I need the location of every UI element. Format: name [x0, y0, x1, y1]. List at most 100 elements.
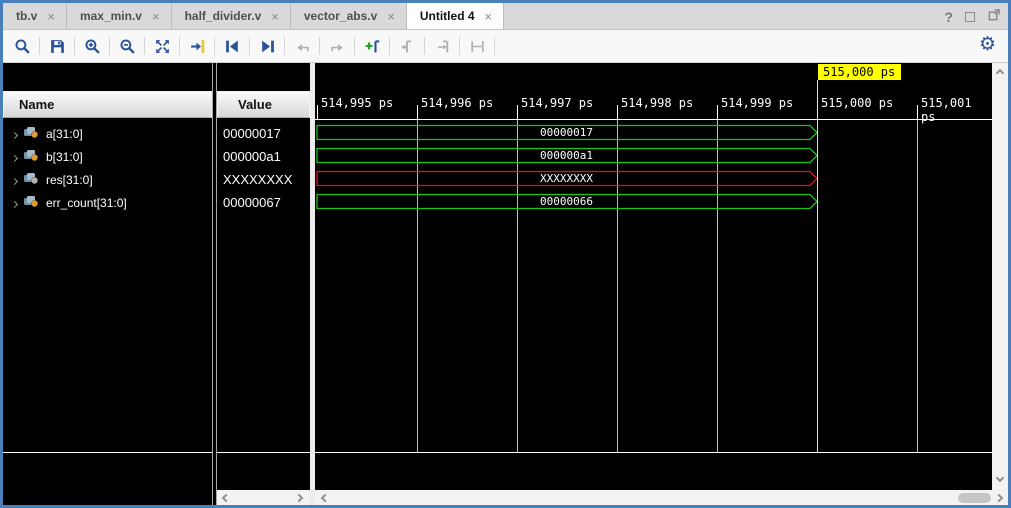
expand-chevron-icon[interactable]: [12, 127, 17, 141]
previous-marker-button[interactable]: [394, 34, 420, 58]
bus-signal-icon: [24, 173, 39, 187]
go-to-next-transition-button[interactable]: [254, 34, 280, 58]
go-to-time-cursor-button[interactable]: [184, 34, 210, 58]
bus-signal-icon: [24, 196, 39, 207]
signal-value-res-31-0: XXXXXXXX: [217, 168, 310, 191]
tab-label: Untitled 4: [420, 9, 475, 23]
cursor-time-label[interactable]: 515,000 ps: [818, 64, 901, 80]
next-marker-icon: [434, 38, 451, 55]
toolbar-separator: [284, 37, 285, 55]
tab-close-icon[interactable]: ×: [47, 9, 55, 24]
value-column-header[interactable]: Value: [217, 91, 310, 118]
time-tick-label: 514,996 ps: [421, 96, 493, 110]
time-tick: [317, 105, 318, 119]
go-to-next-transition-icon: [259, 38, 276, 55]
signal-names-panel: Name a[31:0] b[31:0]res[31:0]err_count[31…: [3, 63, 212, 506]
zoom-in-button[interactable]: [79, 34, 105, 58]
values-horizontal-scrollbar[interactable]: [217, 490, 310, 506]
swap-cursor-next-icon: [329, 38, 346, 55]
signal-row-a-31-0[interactable]: a[31:0]: [3, 122, 212, 145]
tab-label: max_min.v: [80, 9, 142, 23]
scroll-right-icon[interactable]: [295, 494, 303, 502]
wave-horizontal-scrollbar[interactable]: [315, 490, 992, 506]
next-marker-button[interactable]: [429, 34, 455, 58]
maximize-icon[interactable]: [965, 12, 975, 22]
float-window-icon[interactable]: [987, 7, 1002, 27]
time-tick-label: 514,995 ps: [321, 96, 393, 110]
bus-signal-icon: [24, 127, 39, 138]
bus-value-label: 000000a1: [315, 149, 818, 162]
tab-close-icon[interactable]: ×: [152, 9, 160, 24]
toolbar-separator: [144, 37, 145, 55]
bus-value-label: XXXXXXXX: [315, 172, 818, 185]
toolbar-separator: [74, 37, 75, 55]
waveform-toolbar: ⚙: [3, 30, 1008, 62]
toolbar-separator: [249, 37, 250, 55]
save-waveform-icon: [49, 38, 66, 55]
go-to-time-cursor-icon: [189, 38, 206, 55]
signal-row-b-31-0[interactable]: b[31:0]: [3, 145, 212, 168]
tab-close-icon[interactable]: ×: [387, 9, 395, 24]
swap-cursor-next-button[interactable]: [324, 34, 350, 58]
signal-value-err-count-31-0: 00000067: [217, 191, 310, 214]
signal-value-b-31-0: 000000a1: [217, 145, 310, 168]
bus-signal-icon: [24, 196, 39, 210]
scroll-right-icon[interactable]: [995, 494, 1003, 502]
time-tick-label: 514,998 ps: [621, 96, 693, 110]
value-header-label: Value: [238, 97, 272, 112]
zoom-out-button[interactable]: [114, 34, 140, 58]
toolbar-separator: [179, 37, 180, 55]
time-tick-label: 514,997 ps: [521, 96, 593, 110]
add-marker-icon: [364, 38, 381, 55]
go-to-previous-transition-button[interactable]: [219, 34, 245, 58]
panel-divider-line: [217, 452, 310, 453]
tab-close-icon[interactable]: ×: [271, 9, 279, 24]
vertical-scrollbar[interactable]: [992, 63, 1008, 490]
waveform-canvas[interactable]: 514,995 ps 514,996 ps 514,997 ps 514,998 ps…: [315, 63, 992, 506]
tab-bar: ? tb.v×max_min.v×half_divider.v×vector_a…: [3, 3, 1008, 30]
tab-tb-v[interactable]: tb.v×: [3, 3, 67, 29]
expand-chevron-icon[interactable]: [12, 173, 17, 187]
settings-gear-icon[interactable]: ⚙: [979, 33, 996, 55]
zoom-fit-button[interactable]: [149, 34, 175, 58]
toolbar-separator: [39, 37, 40, 55]
bus-signal-icon: [24, 150, 39, 164]
tab-untitled-4[interactable]: Untitled 4 ×: [407, 3, 504, 29]
swap-cursor-previous-button[interactable]: [289, 34, 315, 58]
name-header-label: Name: [19, 97, 54, 112]
bus-value-label: 00000017: [315, 126, 818, 139]
grid-line: [917, 120, 918, 452]
tab-max-min-v[interactable]: max_min.v ×: [67, 3, 172, 29]
time-tick-label: 514,999 ps: [721, 96, 793, 110]
expand-chevron-icon[interactable]: [12, 196, 17, 210]
time-tick: [717, 105, 718, 119]
name-column-header[interactable]: Name: [3, 91, 212, 118]
scroll-down-icon[interactable]: [996, 474, 1004, 482]
time-cursor-line[interactable]: [817, 80, 818, 452]
tab-close-icon[interactable]: ×: [485, 9, 493, 24]
snap-to-transition-button[interactable]: [464, 34, 490, 58]
signal-name-label: a[31:0]: [46, 127, 83, 141]
scroll-left-icon[interactable]: [222, 494, 230, 502]
signal-row-err-count-31-0[interactable]: err_count[31:0]: [3, 191, 212, 214]
tab-half-divider-v[interactable]: half_divider.v ×: [172, 3, 291, 29]
time-tick: [917, 105, 918, 119]
scroll-up-icon[interactable]: [996, 69, 1004, 77]
expand-chevron-icon[interactable]: [12, 150, 17, 164]
toolbar-separator: [389, 37, 390, 55]
time-tick: [617, 105, 618, 119]
search-button[interactable]: [9, 34, 35, 58]
signal-row-res-31-0[interactable]: res[31:0]: [3, 168, 212, 191]
bus-signal-icon: [24, 150, 39, 161]
scroll-left-icon[interactable]: [321, 494, 329, 502]
add-marker-button[interactable]: [359, 34, 385, 58]
scrollbar-thumb[interactable]: [958, 493, 991, 503]
wave-bottom-line: [315, 452, 992, 453]
tab-vector-abs-v[interactable]: vector_abs.v×: [291, 3, 407, 29]
save-waveform-button[interactable]: [44, 34, 70, 58]
help-icon[interactable]: ?: [944, 9, 953, 25]
time-tick-label: 515,001 ps: [921, 96, 992, 124]
tab-label: half_divider.v: [185, 9, 262, 23]
wave-scroll-right-corner[interactable]: [992, 490, 1008, 506]
simulation-waveform-window: ? tb.v×max_min.v×half_divider.v×vector_a…: [0, 0, 1011, 508]
